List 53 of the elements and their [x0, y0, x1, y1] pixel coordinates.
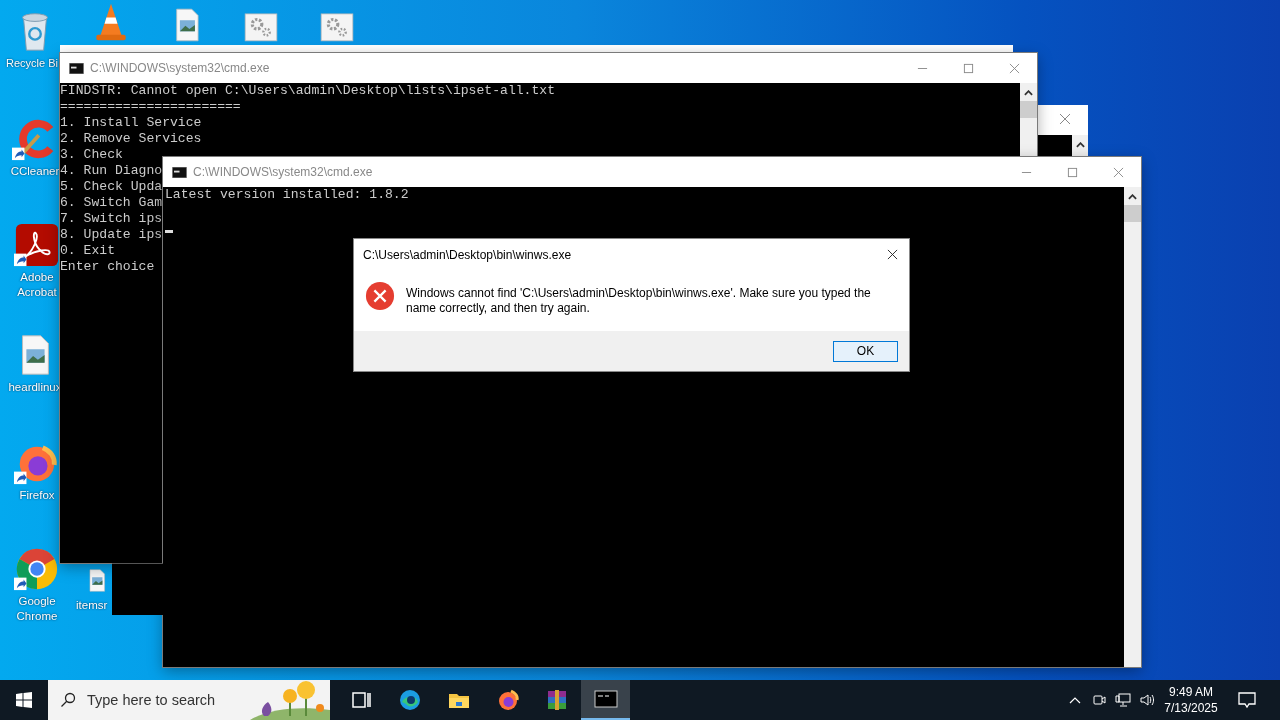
console-line: FINDSTR: Cannot open C:\Users\admin\Desktop\lists\ipset-all.txt — [60, 83, 556, 99]
maximize-icon — [1066, 166, 1078, 178]
error-message: Windows cannot find 'C:\Users\admin\Desktop\bin\winws.exe'. Make sure you typed the name correctly, and then try again. — [406, 286, 872, 316]
maximize-icon — [962, 62, 974, 74]
console-line: ======================= — [60, 99, 241, 115]
console-line: 3. Check — [60, 147, 123, 163]
scroll-up-icon[interactable] — [1024, 90, 1033, 96]
icon-label[interactable]: Adobe Acrobat — [17, 270, 57, 300]
window-title: C:\WINDOWS\system32\cmd.exe — [193, 165, 373, 179]
round-browser-icon[interactable] — [14, 546, 60, 592]
scrollbar[interactable] — [1020, 83, 1037, 156]
console-line: 0. Exit — [60, 243, 115, 259]
dialog-title: C:\Users\admin\Desktop\bin\winws.exe — [363, 247, 572, 262]
console-line: 5. Check Upda — [60, 179, 163, 195]
clock-button[interactable]: 9:49 AM 7/13/2025 — [1159, 680, 1223, 720]
console-line: 8. Update ips — [60, 227, 163, 243]
scroll-up-icon[interactable] — [1075, 142, 1085, 148]
console-line: Latest version installed: 1.8.2 — [165, 187, 409, 203]
speaker-icon — [1139, 692, 1155, 708]
error-icon — [365, 281, 395, 311]
console-line: Enter choice — [60, 259, 155, 275]
terminal-app-icon — [593, 687, 618, 711]
icon-label[interactable]: heardlinux — [8, 380, 62, 395]
console-line: 6. Switch Gam — [60, 195, 163, 211]
close-icon — [1008, 62, 1020, 74]
icon-label[interactable]: Firefox — [19, 488, 55, 503]
icon-label[interactable]: Recycle Bi — [2, 56, 58, 71]
icon-label[interactable]: itemsr — [76, 598, 108, 613]
icon-label[interactable]: CCleaner — [10, 164, 60, 179]
console-line: 7. Switch ips — [60, 211, 163, 227]
terminal-icon — [172, 166, 187, 178]
ok-button[interactable]: OK — [833, 340, 898, 362]
console-line: 4. Run Diagno — [60, 163, 163, 179]
windows-logo-icon — [16, 692, 32, 708]
scrollbar[interactable] — [1072, 135, 1088, 157]
pdf-app-icon[interactable] — [14, 222, 60, 268]
camera-icon — [1091, 692, 1107, 708]
scroll-up-icon[interactable] — [1128, 194, 1137, 200]
close-icon[interactable] — [887, 249, 898, 260]
console-line: 1. Install Service — [60, 115, 202, 131]
console-line: 2. Remove Services — [60, 131, 202, 147]
terminal-app-button[interactable] — [581, 680, 630, 720]
scrollbar[interactable] — [1124, 187, 1141, 667]
scrollbar-thumb[interactable] — [1124, 205, 1141, 222]
terminal-icon — [69, 62, 84, 74]
message-icon — [1237, 690, 1257, 710]
search-icon — [60, 692, 76, 708]
icon-label[interactable]: Google Chrome — [16, 594, 58, 624]
window-title: C:\WINDOWS\system32\cmd.exe — [90, 61, 270, 75]
close-icon — [1112, 166, 1124, 178]
chevron-up-icon — [1069, 696, 1081, 704]
network-icon — [1115, 692, 1131, 708]
scrollbar-thumb[interactable] — [1020, 101, 1037, 118]
